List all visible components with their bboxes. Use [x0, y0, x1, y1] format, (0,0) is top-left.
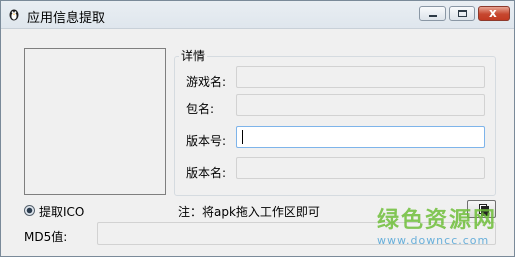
minimize-button[interactable] — [419, 6, 446, 21]
package-name-label: 包名: — [186, 102, 215, 116]
version-name-field[interactable] — [236, 157, 485, 179]
app-window: 应用信息提取 x 详情 游戏名: 包名: 版本号: 版本名: 提取ICO 注：将… — [0, 0, 515, 257]
maximize-icon — [458, 10, 467, 17]
md5-label: MD5值: — [24, 230, 68, 244]
extract-ico-radio[interactable] — [24, 205, 35, 216]
close-icon: x — [489, 6, 497, 20]
package-name-field[interactable] — [236, 94, 485, 116]
penguin-icon — [7, 7, 21, 21]
text-caret — [242, 130, 243, 144]
maximize-button[interactable] — [449, 6, 475, 21]
close-button[interactable]: x — [478, 6, 510, 21]
title-bar[interactable]: 应用信息提取 x — [1, 1, 514, 29]
version-code-label: 版本号: — [186, 134, 227, 148]
version-code-field[interactable] — [236, 126, 485, 148]
minimize-icon — [429, 15, 437, 17]
game-name-field[interactable] — [236, 66, 485, 88]
copy-button[interactable] — [467, 200, 496, 218]
window-title: 应用信息提取 — [27, 11, 106, 26]
md5-field[interactable] — [97, 222, 496, 245]
drag-apk-note: 注：将apk拖入工作区即可 — [178, 205, 320, 219]
details-group-title: 详情 — [179, 47, 208, 64]
extract-ico-label[interactable]: 提取ICO — [39, 203, 84, 220]
icon-preview-area[interactable] — [24, 48, 166, 195]
game-name-label: 游戏名: — [186, 75, 227, 89]
version-name-label: 版本名: — [186, 166, 227, 180]
